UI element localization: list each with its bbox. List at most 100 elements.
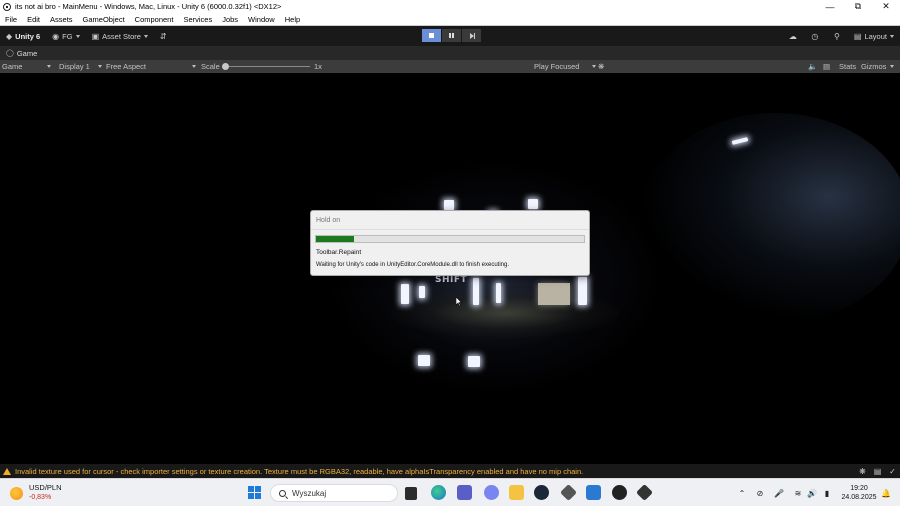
widget-ticker[interactable]: USD/PLN -0,83% xyxy=(10,483,62,503)
floor-light xyxy=(468,356,480,367)
notification-icon[interactable]: 🔔 xyxy=(878,479,894,506)
scale-slider-track[interactable] xyxy=(226,66,310,67)
account-label: FG xyxy=(62,31,73,41)
game-mode-dropdown[interactable]: Game xyxy=(2,60,52,73)
volume-icon[interactable]: 🔊 xyxy=(804,479,820,506)
toolbar-right: ☁ ◷ ⚲ ▤ Layout xyxy=(782,26,900,46)
account-dropdown[interactable]: ◉ FG xyxy=(46,26,85,46)
chevron-down-icon xyxy=(143,34,148,38)
chevron-up-icon[interactable]: ⌃ xyxy=(734,479,750,506)
file-explorer-icon[interactable] xyxy=(509,485,524,500)
menu-services[interactable]: Services xyxy=(178,15,217,24)
search-icon[interactable]: ⚲ xyxy=(826,26,848,46)
console-warning-message[interactable]: Invalid texture used for cursor - check … xyxy=(15,467,583,476)
aspect-dropdown[interactable]: Free Aspect xyxy=(106,60,196,73)
display-label: Display 1 xyxy=(59,62,90,71)
clock-date: 24.08.2025 xyxy=(841,494,877,501)
dialog-message: Waiting for Unity's code in UnityEditor.… xyxy=(316,262,510,268)
clock-time: 19:20 xyxy=(850,485,868,492)
step-icon xyxy=(469,32,475,39)
layout-label: Layout xyxy=(864,31,887,41)
taskbar-search[interactable]: Wyszukaj xyxy=(270,484,398,502)
task-view-icon[interactable] xyxy=(405,487,417,500)
warning-icon xyxy=(3,467,11,475)
layers-icon[interactable]: ▤ xyxy=(870,467,885,476)
teams-icon[interactable] xyxy=(457,485,472,500)
microphone-icon[interactable]: 🎤 xyxy=(771,479,787,506)
ticker-name: USD/PLN xyxy=(29,483,62,492)
speaker-glyph: 🔈 xyxy=(808,62,818,71)
light-pillar xyxy=(496,283,501,303)
tab-game-label: Game xyxy=(16,48,38,58)
tab-game[interactable]: ◯ Game xyxy=(0,46,44,60)
gizmos-button[interactable]: Gizmos xyxy=(861,60,895,73)
asset-store-label: Asset Store xyxy=(102,31,141,41)
search-icon xyxy=(279,489,286,497)
game-viewport[interactable]: SHIFT Hold on Toolbar.Repaint Waiting fo… xyxy=(0,73,900,464)
steam-icon[interactable] xyxy=(534,485,549,500)
menu-edit[interactable]: Edit xyxy=(22,15,45,24)
progress-bar-fill xyxy=(316,236,354,242)
ticker-icon xyxy=(10,486,23,500)
step-button[interactable] xyxy=(462,29,481,42)
light-block xyxy=(528,199,538,209)
menu-file[interactable]: File xyxy=(0,15,22,24)
menu-gameobject[interactable]: GameObject xyxy=(78,15,130,24)
check-icon[interactable]: ✓ xyxy=(885,467,900,476)
discord-icon[interactable] xyxy=(484,485,499,500)
edge-browser-icon[interactable] xyxy=(431,485,446,500)
menu-jobs[interactable]: Jobs xyxy=(217,15,243,24)
search-placeholder: Wyszukaj xyxy=(292,488,327,498)
restore-button[interactable]: ⧉ xyxy=(844,0,872,13)
pause-icon xyxy=(449,33,454,38)
game-mode-label: Game xyxy=(2,62,23,71)
stats-glyph: ▤ xyxy=(823,62,831,71)
hold-on-dialog: Hold on Toolbar.Repaint Waiting for Unit… xyxy=(310,210,590,276)
chevron-down-icon xyxy=(890,34,894,38)
version-control-button[interactable]: ⇵ xyxy=(154,26,176,46)
unity-hub-icon[interactable] xyxy=(560,484,577,501)
display-dropdown[interactable]: Display 1 xyxy=(59,60,102,73)
play-focused-dropdown[interactable]: Play Focused xyxy=(534,60,598,73)
stats-button[interactable]: Stats xyxy=(839,60,856,73)
scale-label: Scale xyxy=(201,60,220,73)
minimize-button[interactable]: — xyxy=(816,0,844,13)
unity-editor-icon[interactable] xyxy=(636,484,653,501)
network-off-icon[interactable]: ⊘ xyxy=(752,479,768,506)
asset-store-dropdown[interactable]: ▣ Asset Store xyxy=(86,26,154,46)
unity-account-button[interactable]: ◆ Unity 6 xyxy=(0,26,46,46)
bug-icon[interactable]: ❋ xyxy=(598,60,604,73)
stats-toggle-icon[interactable]: ▤ xyxy=(823,60,830,73)
mute-audio-icon[interactable]: 🔈 xyxy=(808,60,817,73)
menu-window[interactable]: Window xyxy=(243,15,280,24)
windows-start-icon[interactable] xyxy=(248,486,261,499)
title-bar: its not ai bro - MainMenu - Windows, Mac… xyxy=(0,0,900,13)
close-button[interactable]: ✕ xyxy=(872,0,900,13)
floor-light xyxy=(418,355,430,366)
unity-app-icon xyxy=(3,2,11,11)
layout-dropdown[interactable]: ▤ Layout xyxy=(848,26,900,46)
menu-component[interactable]: Component xyxy=(130,15,179,24)
wall-light-glow xyxy=(640,113,900,323)
menu-assets[interactable]: Assets xyxy=(45,15,78,24)
scale-value-text: 1x xyxy=(314,62,322,71)
app-icon[interactable] xyxy=(586,485,601,500)
windows-taskbar: USD/PLN -0,83% Wyszukaj ⌃ ⊘ 🎤 ≋ 🔊 ▮ 19:2… xyxy=(0,478,900,506)
light-pillar xyxy=(578,277,587,305)
chevron-down-icon xyxy=(592,65,596,68)
chevron-down-icon xyxy=(890,65,895,68)
system-clock[interactable]: 19:20 24.08.2025 xyxy=(836,484,882,502)
aspect-label: Free Aspect xyxy=(106,62,147,71)
history-icon[interactable]: ◷ xyxy=(804,26,826,46)
console-status-bar[interactable]: Invalid texture used for cursor - check … xyxy=(0,464,900,478)
cloud-icon[interactable]: ☁ xyxy=(782,26,804,46)
battery-icon[interactable]: ▮ xyxy=(819,479,835,506)
bug-icon[interactable]: ❋ xyxy=(855,467,870,476)
scale-slider-handle[interactable] xyxy=(222,63,229,70)
obs-icon[interactable] xyxy=(612,485,627,500)
game-tab-bar: ◯ Game xyxy=(0,46,900,60)
pause-button[interactable] xyxy=(442,29,461,42)
play-button[interactable] xyxy=(422,29,441,42)
unity-logo-icon: ◆ xyxy=(6,31,13,41)
menu-help[interactable]: Help xyxy=(280,15,305,24)
